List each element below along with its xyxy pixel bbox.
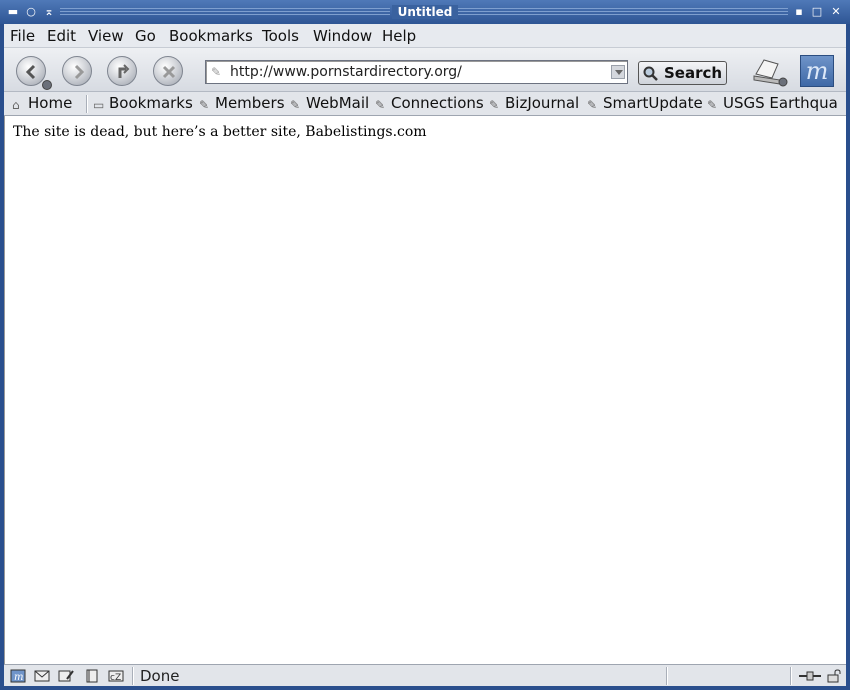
- menu-go[interactable]: Go: [135, 27, 156, 45]
- bookmark-icon: ✎: [707, 98, 718, 112]
- security-lock-icon[interactable]: [826, 669, 842, 683]
- stop-icon: [162, 65, 176, 79]
- bookmark-connections[interactable]: ✎ Connections: [375, 94, 484, 112]
- reload-button[interactable]: [107, 56, 137, 86]
- url-input[interactable]: http://www.pornstardirectory.org/: [230, 64, 462, 80]
- bookmark-smartupdate[interactable]: ✎ SmartUpdate: [587, 94, 703, 112]
- bookmark-home[interactable]: ⌂ Home: [12, 94, 72, 112]
- bookmark-icon: ✎: [199, 98, 210, 112]
- menu-edit[interactable]: Edit: [47, 27, 76, 45]
- menu-window[interactable]: Window: [313, 27, 372, 45]
- menu-help[interactable]: Help: [382, 27, 416, 45]
- browser-window: ▬ ○ ⌅ Untitled ▪ □ ✕ File Edit View Go B…: [0, 0, 850, 690]
- maximize-icon[interactable]: □: [810, 5, 824, 19]
- window-title: Untitled: [391, 5, 459, 19]
- forward-arrow-icon: [74, 64, 85, 80]
- bookmark-icon: ✎: [587, 98, 598, 112]
- menu-file[interactable]: File: [10, 27, 35, 45]
- chatzilla-icon[interactable]: cZ: [108, 669, 124, 683]
- title-bar[interactable]: ▬ ○ ⌅ Untitled ▪ □ ✕: [0, 0, 850, 24]
- print-icon: [753, 59, 788, 87]
- url-bar[interactable]: ✎ http://www.pornstardirectory.org/: [205, 60, 628, 84]
- bookmark-icon: ✎: [489, 98, 500, 112]
- personal-toolbar: ⌂ Home ▭ Bookmarks ✎ Members ✎ WebMail ✎ Conn…: [4, 92, 846, 116]
- svg-text:m: m: [14, 672, 23, 683]
- mozilla-m-logo[interactable]: m: [800, 55, 834, 87]
- bookmark-usgs-earthquakes[interactable]: ✎ USGS Earthqua: [707, 94, 838, 112]
- bookmark-icon: ✎: [375, 98, 386, 112]
- address-book-icon[interactable]: [84, 669, 100, 683]
- bookmarks-menu[interactable]: ▭ Bookmarks: [93, 94, 193, 112]
- back-arrow-icon: [25, 64, 36, 80]
- page-content[interactable]: The site is dead, but here’s a better si…: [4, 116, 846, 664]
- menu-tools[interactable]: Tools: [262, 27, 299, 45]
- page-proxy-icon[interactable]: ✎: [211, 65, 225, 79]
- status-separator: [132, 667, 134, 685]
- navigation-toolbar: ✎ http://www.pornstardirectory.org/ Sear…: [4, 48, 846, 92]
- toolbar-separator: [86, 95, 88, 113]
- menu-bookmarks[interactable]: Bookmarks: [169, 27, 253, 45]
- magnifier-icon: [643, 66, 658, 81]
- bookmark-icon: ✎: [290, 98, 301, 112]
- status-separator: [666, 667, 668, 685]
- stop-button[interactable]: [153, 56, 183, 86]
- menu-view[interactable]: View: [88, 27, 124, 45]
- folder-icon: ▭: [93, 98, 105, 112]
- print-button[interactable]: [750, 54, 790, 88]
- bookmark-bizjournal[interactable]: ✎ BizJournal: [489, 94, 579, 112]
- forward-button[interactable]: [62, 56, 92, 86]
- reload-icon: [118, 64, 130, 78]
- menu-bar: File Edit View Go Bookmarks Tools Window…: [4, 24, 846, 48]
- search-button-label: Search: [664, 64, 723, 82]
- minimize-icon[interactable]: ▪: [792, 5, 806, 19]
- close-icon[interactable]: ✕: [829, 5, 843, 19]
- status-bar: m cZ Done: [4, 664, 846, 686]
- svg-text:cZ: cZ: [110, 673, 121, 683]
- online-status-icon[interactable]: [798, 669, 822, 683]
- page-text: The site is dead, but here’s a better si…: [13, 124, 427, 140]
- back-history-dropdown[interactable]: [42, 80, 52, 90]
- bookmark-members[interactable]: ✎ Members: [199, 94, 285, 112]
- status-separator: [790, 667, 792, 685]
- back-button[interactable]: [16, 56, 46, 86]
- home-icon: ⌂: [12, 98, 20, 112]
- search-button[interactable]: Search: [638, 61, 727, 85]
- navigator-icon[interactable]: m: [10, 669, 26, 683]
- url-history-dropdown[interactable]: [611, 65, 625, 79]
- status-text: Done: [140, 667, 180, 685]
- bookmark-webmail[interactable]: ✎ WebMail: [290, 94, 369, 112]
- composer-icon[interactable]: [58, 669, 74, 683]
- mail-icon[interactable]: [34, 669, 50, 683]
